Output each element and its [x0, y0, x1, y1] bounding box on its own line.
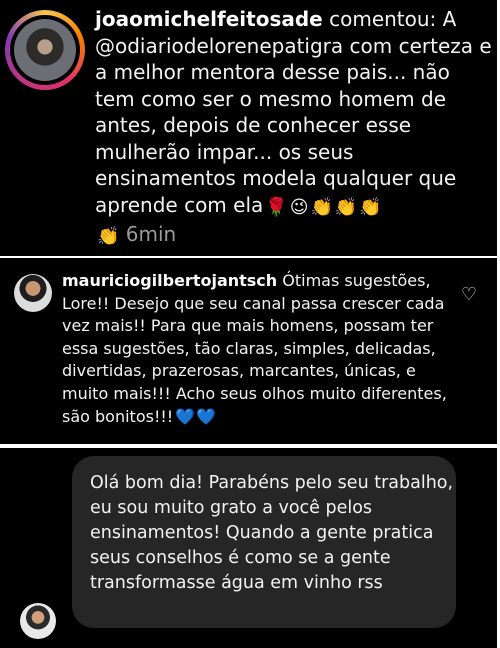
comment-text: Ótimas sugestões, Lore!! Desejo que seu …: [62, 271, 447, 426]
avatar[interactable]: [14, 274, 52, 312]
rose-icon: 🌹: [265, 196, 288, 218]
wink-icon: 😉: [289, 196, 309, 218]
clap-icon: 👏: [334, 196, 358, 218]
avatar-story-ring[interactable]: [5, 10, 85, 90]
comment-text: comentou: A @odiariodelorenepatigra com …: [95, 7, 492, 217]
comment-text-block: mauriciogilbertojantsch Ótimas sugestões…: [62, 270, 452, 428]
clap-icon: 👏: [359, 196, 382, 218]
notification-comment-panel: joaomichelfeitosade comentou: A @odiario…: [0, 0, 497, 256]
blue-hearts-emoji: 💙💙: [175, 406, 218, 426]
message-text: Olá bom dia! Parabéns pelo seu trabalho,…: [90, 473, 454, 593]
comment-text-block: joaomichelfeitosade comentou: A @odiario…: [95, 6, 495, 251]
username[interactable]: mauriciogilbertojantsch: [62, 271, 277, 290]
direct-message-panel: Olá bom dia! Parabéns pelo seu trabalho,…: [0, 448, 497, 648]
username[interactable]: joaomichelfeitosade: [95, 7, 323, 31]
clap-icon: 👏: [310, 196, 333, 218]
like-heart-icon[interactable]: ♡: [459, 286, 479, 304]
clap-icon: 👏: [97, 226, 120, 247]
comment-panel: mauriciogilbertojantsch Ótimas sugestões…: [0, 258, 497, 444]
message-bubble[interactable]: Olá bom dia! Parabéns pelo seu trabalho,…: [72, 456, 456, 628]
avatar: [14, 19, 76, 81]
avatar[interactable]: [20, 603, 56, 639]
timestamp: 6min: [125, 222, 177, 246]
